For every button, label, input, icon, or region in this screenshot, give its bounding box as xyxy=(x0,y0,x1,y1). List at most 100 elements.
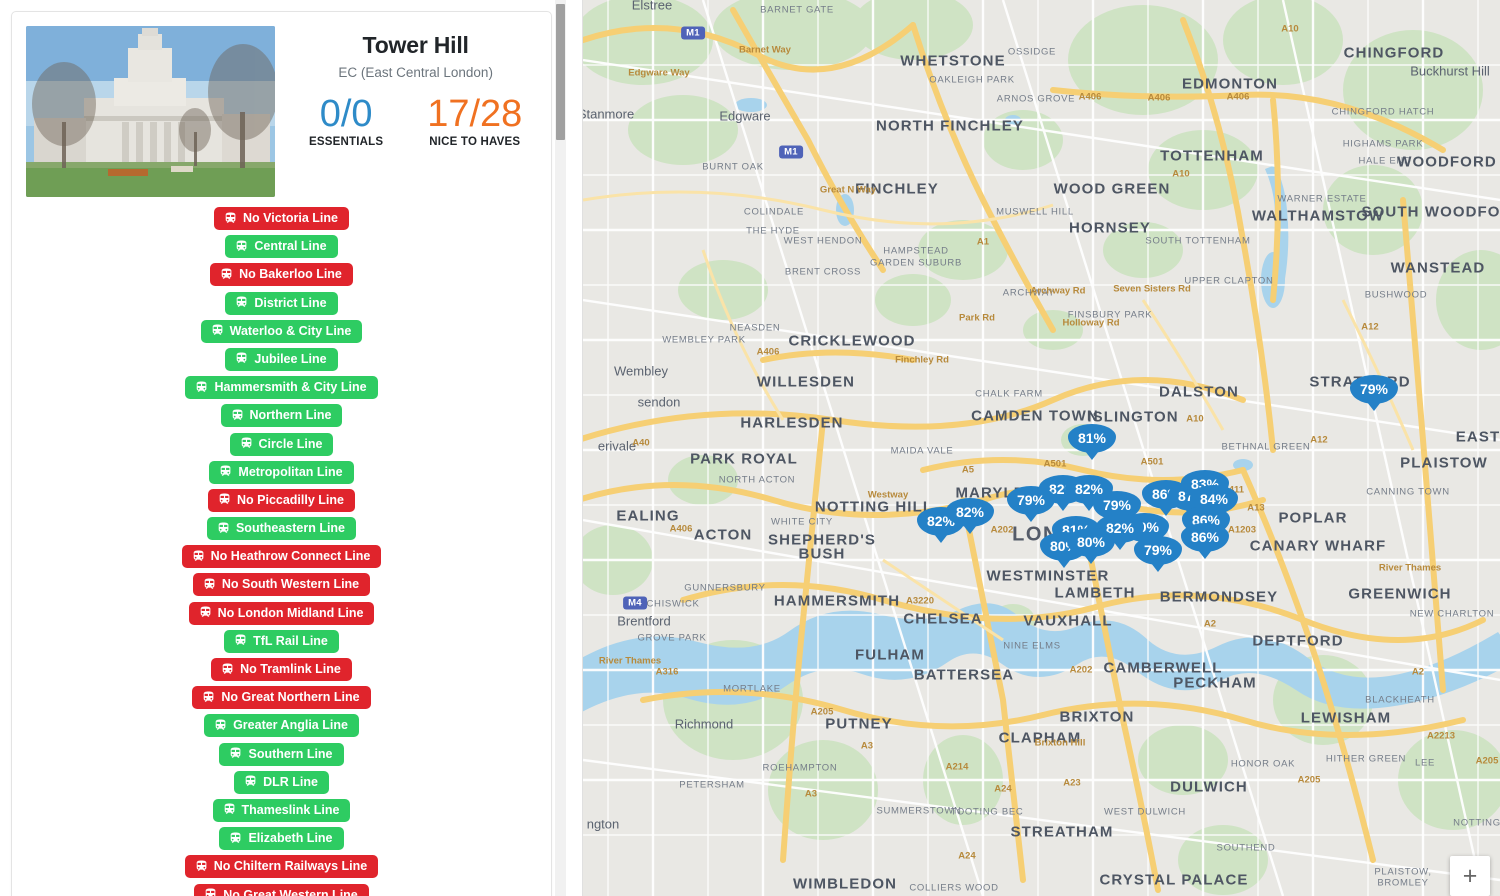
headline-block: Tower Hill EC (East Central London) 0/0 … xyxy=(275,26,544,148)
transport-badge-label: Central Line xyxy=(254,239,327,254)
essentials-value: 0/0 xyxy=(319,93,373,135)
transport-badge: No South Western Line xyxy=(192,573,371,597)
panel-scrollbar-thumb[interactable] xyxy=(556,4,565,140)
train-icon xyxy=(214,719,227,732)
transport-badge-label: No Piccadilly Line xyxy=(237,492,344,507)
transport-badge-label: No Chiltern Railways Line xyxy=(213,859,368,874)
transport-badge: No London Midland Line xyxy=(188,601,375,625)
train-icon xyxy=(234,634,247,647)
train-icon xyxy=(218,493,231,506)
train-icon xyxy=(244,775,257,788)
transport-badge: Jubilee Line xyxy=(225,347,338,371)
transport-badge-label: Metropolitan Line xyxy=(238,464,343,479)
train-icon xyxy=(211,324,224,337)
transport-badge-label: No Great Western Line xyxy=(223,887,358,896)
transport-badge-label: Elizabeth Line xyxy=(248,831,333,846)
train-icon xyxy=(229,832,242,845)
transport-badge-label: No South Western Line xyxy=(221,577,360,592)
transport-badge-label: No Heathrow Connect Line xyxy=(210,549,371,564)
transport-badge: Greater Anglia Line xyxy=(204,714,359,738)
train-icon xyxy=(229,747,242,760)
train-icon xyxy=(235,240,248,253)
transport-badge-label: No Tramlink Line xyxy=(240,662,341,676)
nice-to-haves-label: NICE TO HAVES xyxy=(429,136,521,148)
transport-badge-label: No London Midland Line xyxy=(217,605,364,620)
transport-badge-label: No Victoria Line xyxy=(243,211,338,225)
nice-to-haves-value: 17/28 xyxy=(427,93,523,135)
motorway-shield: M1 xyxy=(779,145,803,159)
transport-badge: No Bakerloo Line xyxy=(210,263,353,287)
app-root: Tower Hill EC (East Central London) 0/0 … xyxy=(0,0,1500,896)
train-icon xyxy=(240,437,253,450)
transport-badge-label: District Line xyxy=(254,295,327,310)
transport-badge-label: Waterloo & City Line xyxy=(229,323,352,338)
details-scroll-area: Tower Hill EC (East Central London) 0/0 … xyxy=(0,0,566,896)
train-icon xyxy=(202,691,215,704)
train-icon xyxy=(231,409,244,422)
transport-badge-label: Thameslink Line xyxy=(241,802,340,817)
train-icon xyxy=(203,578,216,591)
transport-badge: No Piccadilly Line xyxy=(208,488,355,512)
train-icon xyxy=(223,803,236,816)
details-panel: Tower Hill EC (East Central London) 0/0 … xyxy=(0,0,583,896)
train-icon xyxy=(217,522,230,535)
transport-badge-label: Circle Line xyxy=(258,436,323,451)
train-icon xyxy=(224,211,237,225)
location-photo xyxy=(26,26,275,197)
train-icon xyxy=(235,352,248,365)
transport-badge-label: TfL Rail Line xyxy=(253,633,328,648)
train-icon xyxy=(195,860,208,873)
transport-badge: Metropolitan Line xyxy=(209,460,354,484)
transport-badge: No Great Western Line xyxy=(194,883,369,896)
transport-badge-label: Southern Line xyxy=(248,746,333,761)
transport-badge-label: Northern Line xyxy=(249,408,332,423)
transport-badge-label: Jubilee Line xyxy=(254,351,327,366)
transport-badge-list: No Victoria Line Central Line No Bakerloo … xyxy=(26,207,537,896)
map-zoom-controls[interactable]: + xyxy=(1450,856,1490,896)
transport-badge: Southern Line xyxy=(219,742,344,766)
panel-scrollbar[interactable] xyxy=(555,0,566,896)
train-icon xyxy=(219,465,232,478)
train-icon xyxy=(192,550,205,563)
essentials-label: ESSENTIALS xyxy=(309,136,384,148)
transport-badge-label: No Bakerloo Line xyxy=(239,267,342,282)
map-view[interactable]: Elstree BARNET GATE OSSIDGE CHINGFORD Buckhu… xyxy=(583,0,1500,896)
transport-badge-label: DLR Line xyxy=(263,774,318,789)
transport-badge: No Tramlink Line xyxy=(211,658,352,681)
transport-badge: Thameslink Line xyxy=(212,798,351,822)
page-subtitle: EC (East Central London) xyxy=(338,65,493,80)
transport-badge: Central Line xyxy=(225,235,338,259)
train-icon xyxy=(220,268,233,281)
transport-badge: Northern Line xyxy=(220,404,343,428)
motorway-shield: M4 xyxy=(623,596,647,610)
transport-badge: District Line xyxy=(225,291,338,315)
transport-badge: Hammersmith & City Line xyxy=(185,376,378,400)
transport-badge: No Heathrow Connect Line xyxy=(181,545,382,569)
transport-badge: Elizabeth Line xyxy=(219,827,344,851)
train-icon xyxy=(235,296,248,309)
transport-badge-label: Greater Anglia Line xyxy=(233,718,348,733)
train-icon xyxy=(221,662,234,676)
transport-badge: Southeastern Line xyxy=(206,517,357,541)
transport-badge: TfL Rail Line xyxy=(224,629,339,653)
train-icon xyxy=(195,381,208,394)
nice-to-haves-score: 17/28 NICE TO HAVES xyxy=(405,94,544,148)
motorway-shield: M1 xyxy=(681,26,705,40)
train-icon xyxy=(204,888,217,896)
transport-badge: No Chiltern Railways Line xyxy=(184,855,379,879)
card-header: Tower Hill EC (East Central London) 0/0 … xyxy=(26,26,537,197)
train-icon xyxy=(199,606,212,619)
transport-badge-label: No Great Northern Line xyxy=(221,690,360,705)
transport-badge: DLR Line xyxy=(234,770,329,794)
transport-badge: No Great Northern Line xyxy=(192,686,371,710)
score-summary: 0/0 ESSENTIALS 17/28 NICE TO HAVES xyxy=(287,94,544,148)
transport-badge: No Victoria Line xyxy=(214,207,349,230)
zoom-in-button[interactable]: + xyxy=(1450,856,1490,896)
transport-badge: Circle Line xyxy=(229,432,334,456)
transport-badge: Waterloo & City Line xyxy=(200,319,363,343)
transport-badge-label: Hammersmith & City Line xyxy=(214,380,367,395)
location-info-card: Tower Hill EC (East Central London) 0/0 … xyxy=(11,11,552,896)
transport-badge-label: Southeastern Line xyxy=(235,521,346,536)
map-basemap xyxy=(583,0,1500,896)
essentials-score: 0/0 ESSENTIALS xyxy=(287,94,405,148)
